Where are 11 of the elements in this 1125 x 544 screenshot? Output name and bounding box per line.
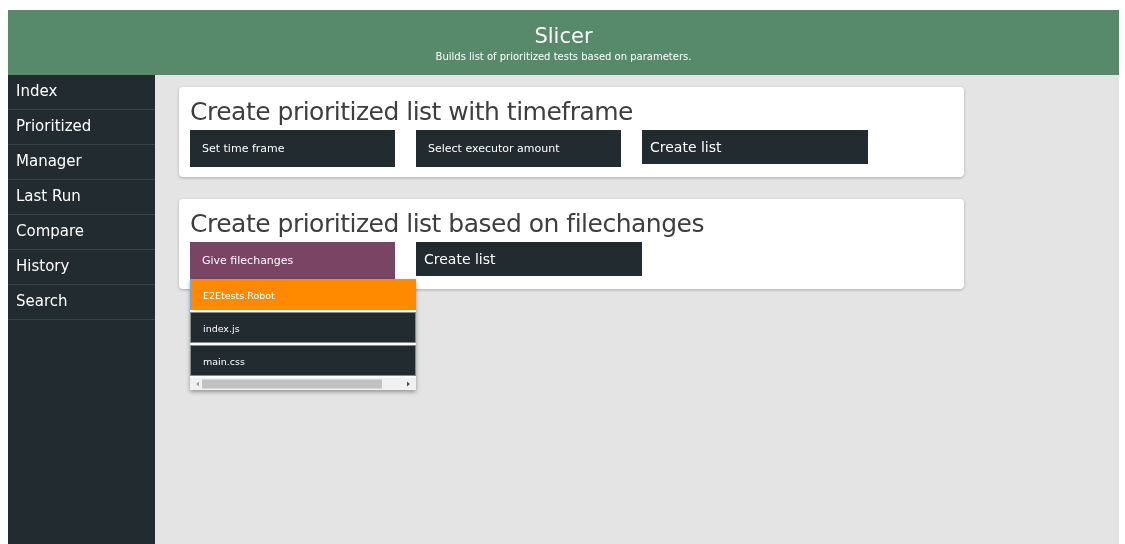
dropdown-option[interactable]: main.css <box>190 345 416 376</box>
app-subtitle: Builds list of prioritized tests based on parameters. <box>435 51 692 62</box>
card-title: Create prioritized list based on filechanges <box>190 209 704 239</box>
dropdown-button[interactable]: Set time frame <box>190 130 395 167</box>
create-list-button[interactable]: Create list <box>642 130 868 164</box>
dropdown-option[interactable]: index.js <box>190 312 416 343</box>
dropdown-button[interactable]: Give filechanges <box>190 242 395 279</box>
create-list-button[interactable]: Create list <box>416 242 642 276</box>
card-title: Create prioritized list with timeframe <box>190 97 633 127</box>
dropdown-button[interactable]: Select executor amount <box>416 130 621 167</box>
app-title: Slicer <box>534 23 593 49</box>
